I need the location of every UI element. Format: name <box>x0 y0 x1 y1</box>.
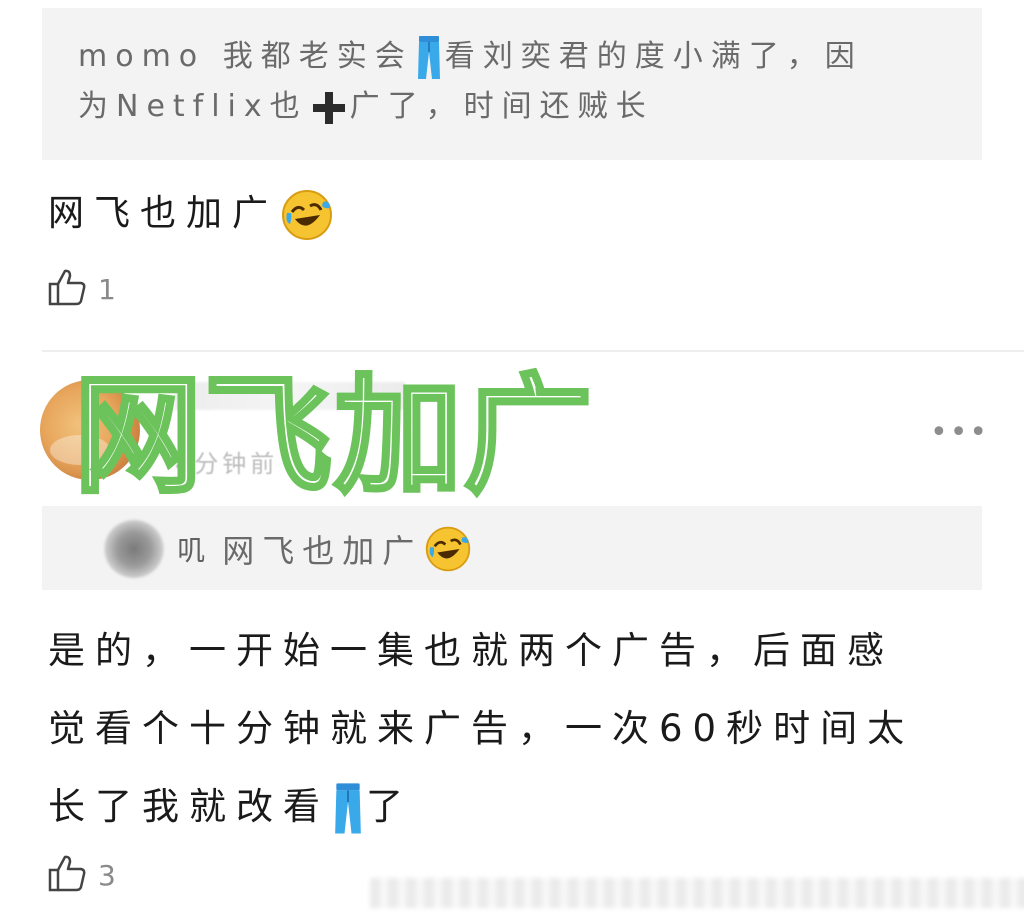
quoted-username: momo <box>78 39 206 74</box>
pants-emoji-icon <box>417 35 441 80</box>
like-count: 1 <box>98 272 116 306</box>
pants-emoji-icon <box>334 782 362 835</box>
thumbs-up-icon <box>46 852 88 898</box>
reply-quote-text: 网飞也加广 <box>222 532 423 570</box>
bottom-blurred-area <box>370 878 1024 908</box>
thumbs-up-icon <box>46 266 88 312</box>
like-button[interactable]: 3 <box>46 852 116 898</box>
laugh-cry-emoji-icon <box>424 525 472 573</box>
like-count: 3 <box>98 858 116 892</box>
quoted-comment-text: momo 我都老实会 看刘奕君的度小满了，因 为Netflix也 广了，时间还贼长 <box>78 32 946 132</box>
like-button[interactable]: 1 <box>46 266 116 312</box>
reply-quote-box[interactable]: 叽 网飞也加广 <box>42 506 982 590</box>
more-options-button[interactable]: ••• <box>930 418 990 448</box>
comment-body: 是的，一开始一集也就两个广告，后面感 觉看个十分钟就来广告，一次60秒时间太 长… <box>48 612 978 846</box>
comment-text: 网飞也加广 <box>48 184 334 242</box>
reply-avatar <box>104 520 164 578</box>
plus-emoji-icon <box>312 91 346 125</box>
reply-username: 叽 <box>177 534 206 567</box>
quoted-comment-box[interactable]: momo 我都老实会 看刘奕君的度小满了，因 为Netflix也 广了，时间还贼长 <box>42 8 982 160</box>
overlay-title: 网飞加广 <box>72 360 595 513</box>
laugh-cry-emoji-icon <box>280 188 334 242</box>
